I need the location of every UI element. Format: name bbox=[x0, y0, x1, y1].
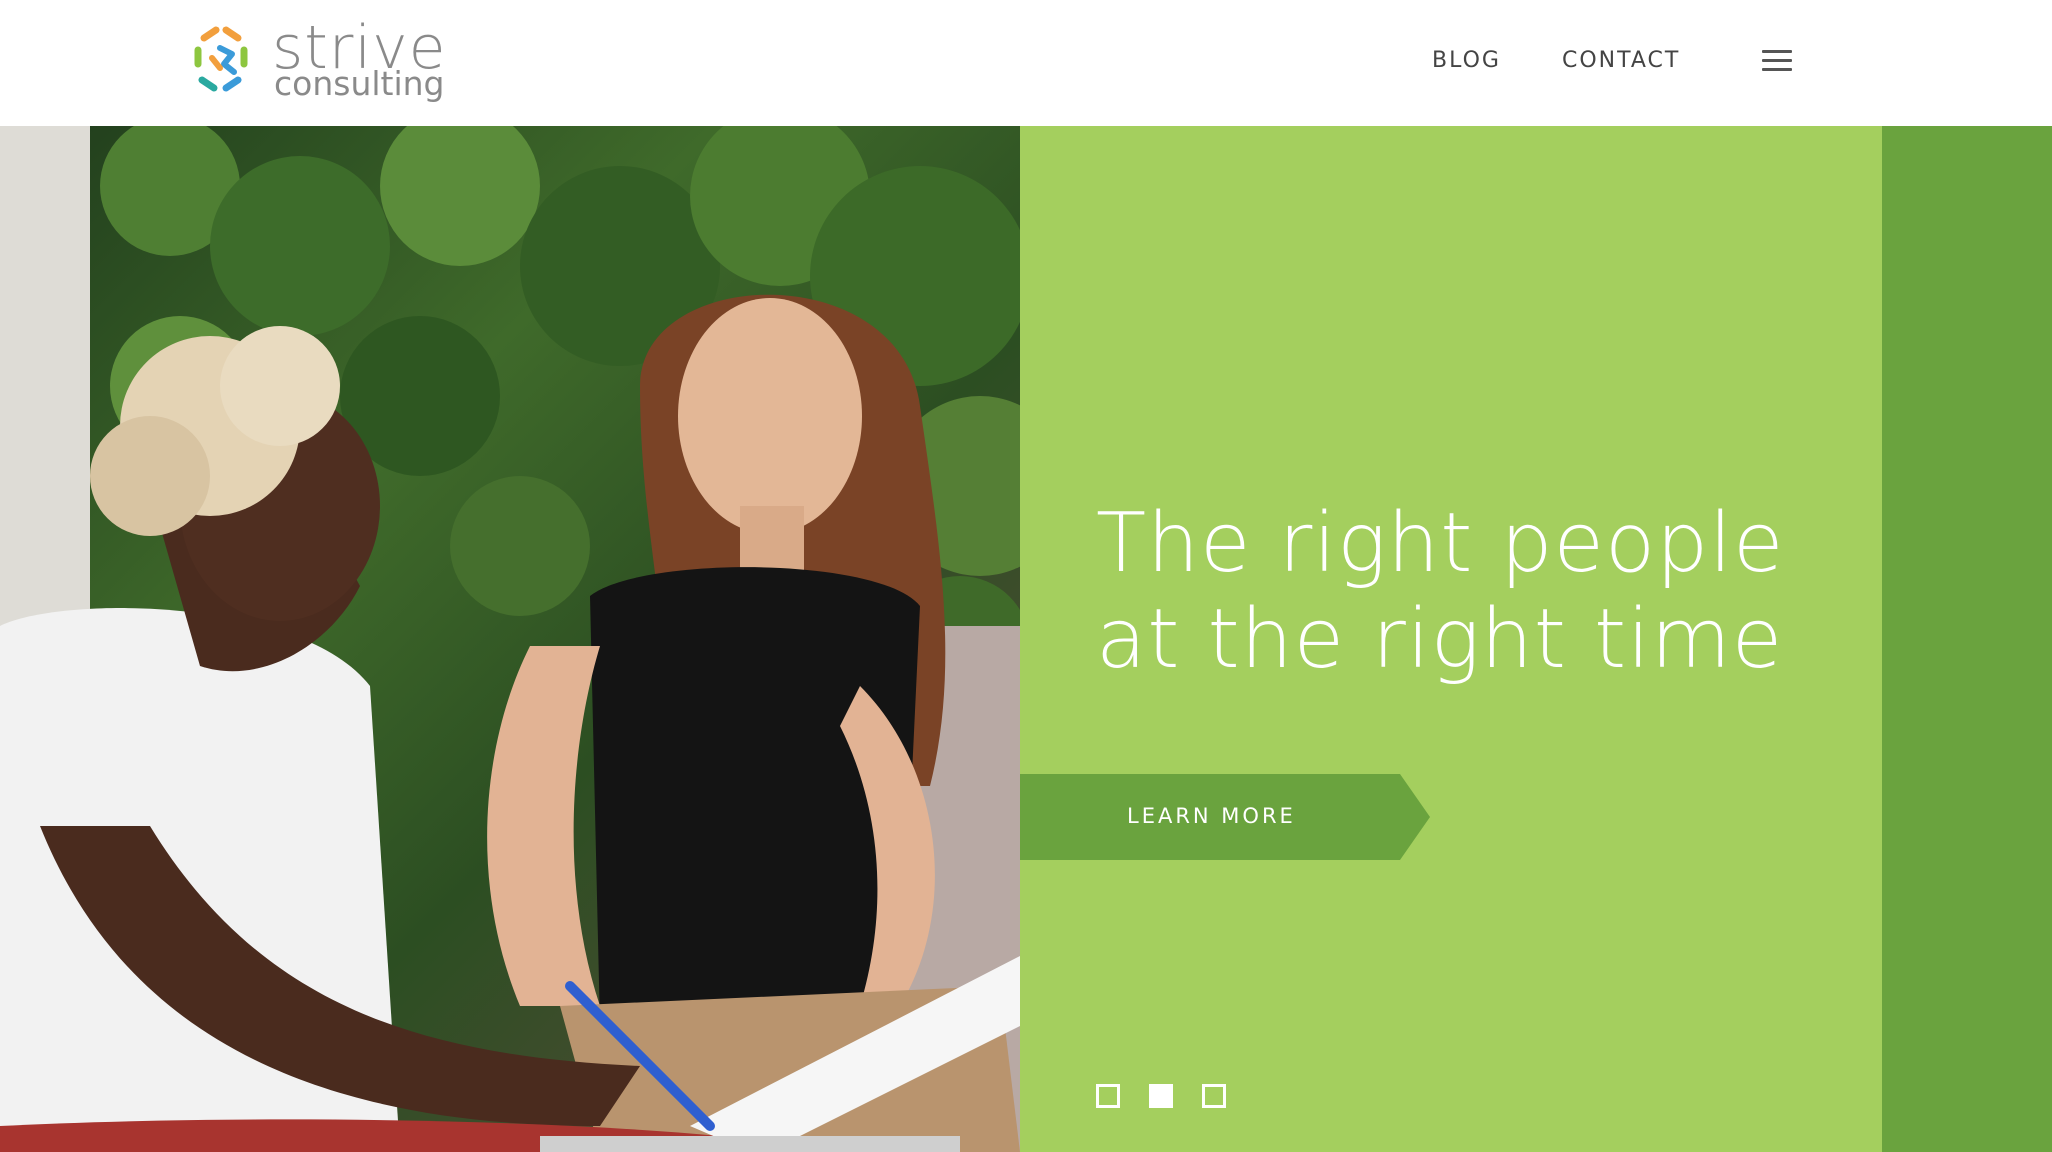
hero-photo-illustration bbox=[0, 126, 1020, 1152]
hamburger-icon-middle-bar bbox=[1762, 59, 1792, 62]
learn-more-button[interactable]: LEARN MORE bbox=[1020, 774, 1430, 860]
slide-indicator-1[interactable] bbox=[1096, 1084, 1120, 1108]
hamburger-menu-button[interactable] bbox=[1760, 48, 1794, 76]
strive-logo-mark-icon bbox=[194, 26, 248, 92]
side-accent-strip bbox=[1882, 126, 2052, 1152]
hamburger-icon bbox=[1762, 50, 1792, 53]
nav-link-blog[interactable]: BLOG bbox=[1432, 48, 1501, 73]
hamburger-icon-bottom-bar bbox=[1762, 68, 1792, 71]
slide-indicator-3[interactable] bbox=[1202, 1084, 1226, 1108]
hero-headline: The right people at the right time bbox=[1096, 496, 1856, 688]
logo-tagline: consulting bbox=[274, 64, 445, 103]
hero-content-panel: The right people at the right time LEARN… bbox=[1020, 126, 1882, 1152]
nav-link-contact[interactable]: CONTACT bbox=[1562, 48, 1680, 73]
hero-headline-line-2: at the right time bbox=[1096, 592, 1784, 687]
site-header: strive consulting BLOG CONTACT bbox=[0, 0, 2052, 126]
strive-consulting-logo[interactable]: strive consulting bbox=[190, 16, 450, 106]
hero-photo bbox=[0, 126, 1020, 1152]
hero-headline-line-1: The right people bbox=[1096, 496, 1785, 591]
slide-indicator-2[interactable] bbox=[1149, 1084, 1173, 1108]
learn-more-label: LEARN MORE bbox=[1127, 804, 1296, 828]
